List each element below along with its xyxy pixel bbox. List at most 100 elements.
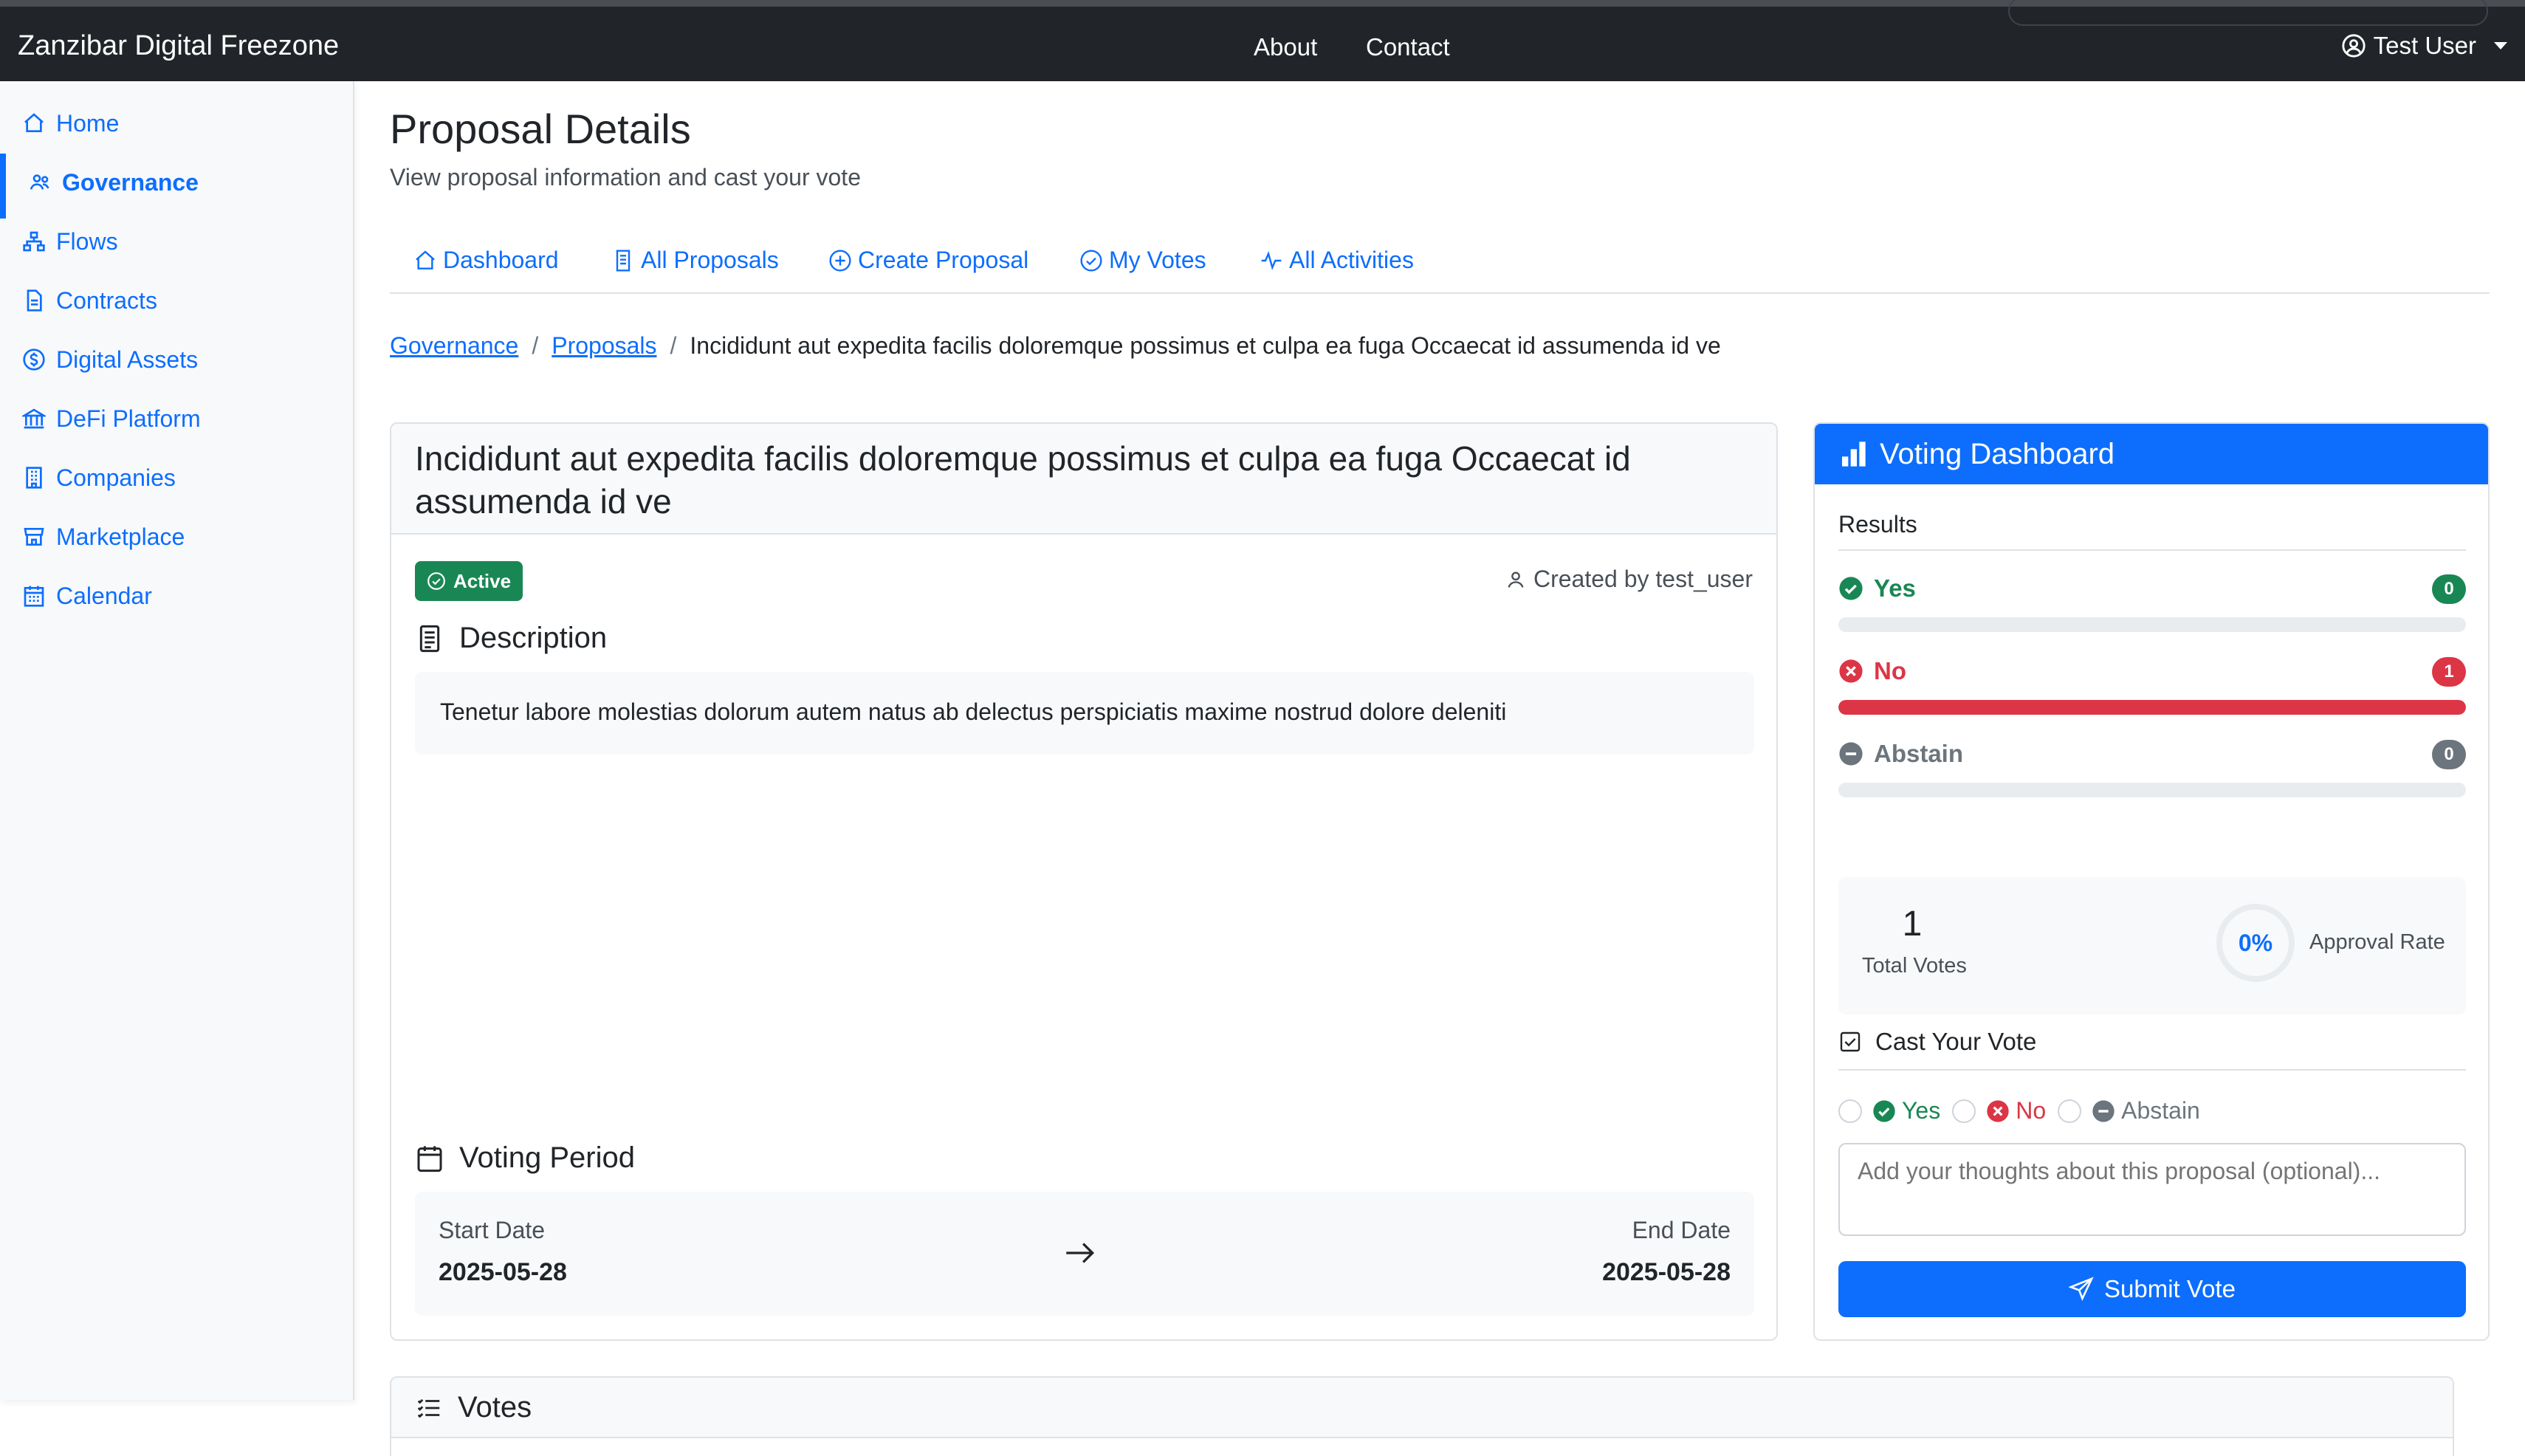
divider bbox=[1838, 1069, 2466, 1071]
home-icon bbox=[24, 113, 44, 132]
proposal-card: Incididunt aut expedita facilis doloremq… bbox=[390, 422, 1778, 1341]
top-search-pill[interactable] bbox=[2008, 0, 2488, 26]
vote-no-radio[interactable] bbox=[1952, 1099, 1976, 1123]
governance-tabs: Dashboard All Proposals Create Proposal … bbox=[390, 236, 2490, 294]
end-date-label: End Date bbox=[1632, 1217, 1731, 1243]
vote-stats-box: 1 Total Votes 0% Approval Rate bbox=[1838, 877, 2466, 1014]
sidebar-item-label: Home bbox=[56, 109, 120, 137]
vote-yes-radio[interactable] bbox=[1838, 1099, 1862, 1123]
sidebar-item-label: Flows bbox=[56, 227, 118, 255]
description-box: Tenetur labore molestias dolorum autem n… bbox=[415, 672, 1754, 755]
sidebar-item-governance[interactable]: Governance bbox=[28, 160, 199, 205]
sidebar-item-flows[interactable]: Flows bbox=[22, 219, 118, 264]
vote-abstain-radio[interactable] bbox=[2058, 1099, 2082, 1123]
voting-period-box: Start Date 2025-05-28 End Date 2025-05-2… bbox=[415, 1192, 1754, 1316]
description-text: Tenetur labore molestias dolorum autem n… bbox=[440, 698, 1507, 725]
file-icon bbox=[616, 249, 631, 272]
tab-label: Create Proposal bbox=[858, 247, 1029, 273]
user-menu-dropdown[interactable]: Test User bbox=[2341, 32, 2507, 60]
vote-abstain-label[interactable]: Abstain bbox=[2092, 1097, 2200, 1124]
tab-label: All Proposals bbox=[641, 247, 779, 273]
sidebar-item-label: Governance bbox=[62, 168, 199, 196]
sidebar-item-label: Marketplace bbox=[56, 523, 185, 550]
tab-create-proposal[interactable]: Create Proposal bbox=[828, 247, 1028, 274]
tab-all-proposals[interactable]: All Proposals bbox=[611, 247, 779, 274]
sidebar-item-home[interactable]: Home bbox=[22, 101, 119, 145]
tab-my-votes[interactable]: My Votes bbox=[1079, 247, 1206, 274]
sidebar-item-marketplace[interactable]: Marketplace bbox=[22, 515, 185, 559]
nav-contact-link[interactable]: Contact bbox=[1366, 33, 1450, 61]
result-abstain-row: Abstain 0 bbox=[1838, 735, 2466, 780]
person-icon bbox=[1508, 571, 1524, 588]
sidebar: Home Governance Flows Contracts Digital … bbox=[0, 81, 354, 1400]
page-title: Proposal Details bbox=[390, 106, 691, 152]
user-name: Test User bbox=[2373, 32, 2476, 59]
vote-comment-input[interactable] bbox=[1838, 1143, 2466, 1236]
send-icon bbox=[2069, 1277, 2094, 1302]
sidebar-item-contracts[interactable]: Contracts bbox=[22, 278, 157, 323]
result-yes-count-badge: 0 bbox=[2432, 574, 2466, 604]
submit-vote-button[interactable]: Submit Vote bbox=[1838, 1261, 2466, 1317]
plus-circle-icon bbox=[829, 249, 851, 272]
result-no-label: No bbox=[1838, 657, 1906, 685]
sidebar-item-label: Companies bbox=[56, 464, 176, 491]
breadcrumb-proposals-link[interactable]: Proposals bbox=[552, 332, 656, 360]
check-circle-fill-icon bbox=[1873, 1099, 1895, 1122]
vote-yes-label[interactable]: Yes bbox=[1872, 1097, 1940, 1124]
proposal-card-header: Incididunt aut expedita facilis doloremq… bbox=[391, 424, 1776, 535]
caret-down-icon bbox=[2494, 42, 2507, 49]
brand-logo-text[interactable]: Zanzibar Digital Freezone bbox=[18, 30, 339, 62]
result-abstain-count-badge: 0 bbox=[2432, 740, 2466, 769]
tab-dashboard[interactable]: Dashboard bbox=[413, 247, 559, 274]
result-option-name: Abstain bbox=[1874, 740, 1964, 767]
bar-chart-icon bbox=[1842, 442, 1866, 467]
house-icon bbox=[416, 250, 435, 269]
votes-heading: Votes bbox=[415, 1391, 532, 1424]
cast-vote-heading: Cast Your Vote bbox=[1838, 1028, 2036, 1056]
vote-no-label[interactable]: No bbox=[1986, 1097, 2046, 1124]
list-check-icon bbox=[417, 1398, 440, 1418]
start-date-value: 2025-05-28 bbox=[439, 1258, 567, 1286]
sidebar-item-digital-assets[interactable]: Digital Assets bbox=[22, 337, 198, 382]
check-square-icon bbox=[1840, 1031, 1861, 1052]
nav-about-link[interactable]: About bbox=[1254, 33, 1317, 61]
sidebar-active-indicator bbox=[0, 154, 6, 219]
divider bbox=[1838, 549, 2466, 551]
breadcrumb-governance-link[interactable]: Governance bbox=[390, 332, 518, 360]
approval-rate-label: Approval Rate bbox=[2309, 930, 2445, 954]
breadcrumb-separator: / bbox=[532, 332, 539, 359]
check-circle-fill-icon bbox=[1839, 577, 1863, 600]
proposal-title: Incididunt aut expedita facilis doloremq… bbox=[415, 439, 1631, 521]
breadcrumb-separator: / bbox=[670, 332, 677, 359]
sidebar-item-label: Calendar bbox=[56, 582, 152, 609]
vote-options: Yes No Abstain bbox=[1838, 1097, 2212, 1124]
votes-heading-text: Votes bbox=[458, 1391, 532, 1424]
shop-icon bbox=[24, 528, 44, 546]
sidebar-item-companies[interactable]: Companies bbox=[22, 456, 176, 500]
sidebar-item-calendar[interactable]: Calendar bbox=[22, 574, 152, 618]
tab-all-activities[interactable]: All Activities bbox=[1260, 247, 1414, 274]
cast-vote-heading-text: Cast Your Vote bbox=[1875, 1028, 2037, 1055]
submit-vote-label: Submit Vote bbox=[2104, 1275, 2236, 1302]
result-no-bar bbox=[1838, 700, 2466, 715]
sidebar-item-defi-platform[interactable]: DeFi Platform bbox=[22, 396, 201, 441]
document-icon bbox=[27, 289, 42, 312]
start-date-label: Start Date bbox=[439, 1217, 546, 1243]
votes-card-header: Votes bbox=[391, 1378, 2453, 1438]
results-label: Results bbox=[1838, 511, 1917, 538]
description-heading-text: Description bbox=[459, 622, 608, 654]
status-badge-label: Active bbox=[453, 569, 512, 592]
voting-dashboard-card: Voting Dashboard Results Yes 0 No 1 Abst… bbox=[1813, 422, 2490, 1341]
building-icon bbox=[26, 467, 42, 489]
result-no-bar-fill bbox=[1838, 700, 2466, 715]
app-root: Zanzibar Digital Freezone About Contact … bbox=[0, 0, 2525, 1456]
result-option-name: Yes bbox=[1874, 574, 1916, 602]
result-abstain-bar bbox=[1838, 783, 2466, 797]
tab-label: All Activities bbox=[1289, 247, 1414, 273]
result-yes-label: Yes bbox=[1838, 574, 1916, 602]
description-heading: Description bbox=[415, 622, 607, 655]
total-votes-label: Total Votes bbox=[1862, 954, 1967, 978]
x-circle-fill-icon bbox=[1987, 1099, 2009, 1122]
result-yes-bar bbox=[1838, 617, 2466, 632]
tab-label: My Votes bbox=[1109, 247, 1206, 273]
